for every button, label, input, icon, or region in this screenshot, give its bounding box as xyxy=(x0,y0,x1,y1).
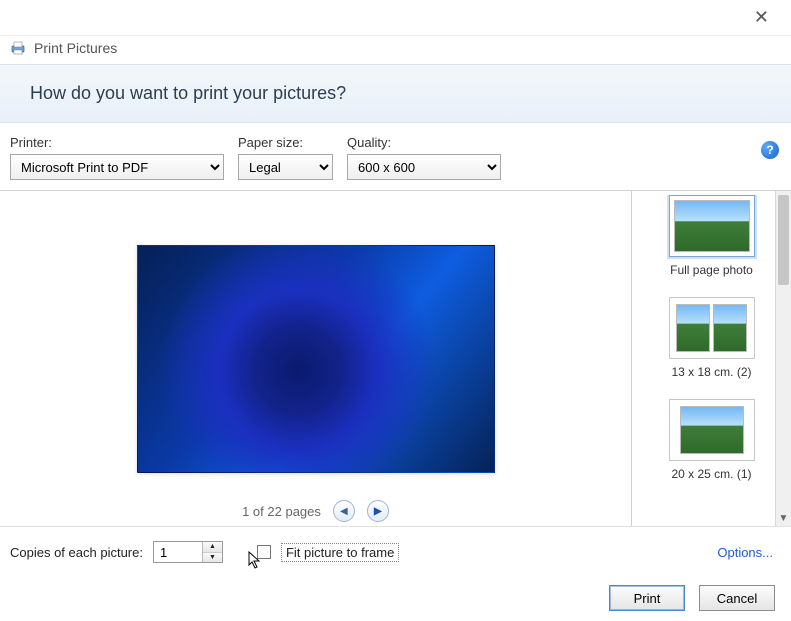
options-link[interactable]: Options... xyxy=(717,545,773,560)
fit-picture-label: Fit picture to frame xyxy=(281,543,399,562)
layout-label: Full page photo xyxy=(652,263,772,277)
quality-select[interactable]: 600 x 600 xyxy=(347,154,501,180)
prev-page-button[interactable]: ◀ xyxy=(333,500,355,522)
layout-option-20x25[interactable]: 20 x 25 cm. (1) xyxy=(652,399,772,481)
controls-row: Printer: Microsoft Print to PDF Paper si… xyxy=(0,123,791,190)
cancel-button[interactable]: Cancel xyxy=(699,585,775,611)
help-icon[interactable]: ? xyxy=(761,141,779,159)
layout-scrollbar[interactable]: ▲ ▼ xyxy=(775,191,791,526)
pager: 1 of 22 pages ◀ ▶ xyxy=(242,500,389,522)
layout-label: 20 x 25 cm. (1) xyxy=(652,467,772,481)
scroll-thumb[interactable] xyxy=(778,195,789,285)
layout-label: 13 x 18 cm. (2) xyxy=(652,365,772,379)
preview-pane: 1 of 22 pages ◀ ▶ xyxy=(0,191,631,526)
copies-row: Copies of each picture: ▲ ▼ Fit picture … xyxy=(0,526,791,569)
titlebar: ✕ xyxy=(0,0,791,36)
layout-pane: Full page photo 13 x 18 cm. (2) 20 x 25 … xyxy=(631,191,791,526)
print-button[interactable]: Print xyxy=(609,585,685,611)
paper-size-select[interactable]: Legal xyxy=(238,154,333,180)
fit-picture-checkbox[interactable] xyxy=(257,545,271,559)
next-page-button[interactable]: ▶ xyxy=(367,500,389,522)
copies-input[interactable] xyxy=(154,542,202,562)
printer-select[interactable]: Microsoft Print to PDF xyxy=(10,154,224,180)
copies-spinner[interactable]: ▲ ▼ xyxy=(153,541,223,563)
close-button[interactable]: ✕ xyxy=(746,3,777,32)
pager-text: 1 of 22 pages xyxy=(242,504,321,519)
preview-image xyxy=(137,245,495,473)
printer-label: Printer: xyxy=(10,135,224,150)
paper-size-label: Paper size: xyxy=(238,135,333,150)
printer-icon xyxy=(10,40,26,56)
quality-label: Quality: xyxy=(347,135,501,150)
question-text: How do you want to print your pictures? xyxy=(30,83,346,103)
window-title: Print Pictures xyxy=(34,40,117,56)
question-bar: How do you want to print your pictures? xyxy=(0,64,791,123)
copies-up-button[interactable]: ▲ xyxy=(203,542,222,553)
layout-option-13x18[interactable]: 13 x 18 cm. (2) xyxy=(652,297,772,379)
scroll-down-icon[interactable]: ▼ xyxy=(776,510,791,526)
layout-option-full-page[interactable]: Full page photo xyxy=(652,195,772,277)
main-area: 1 of 22 pages ◀ ▶ Full page photo 13 x 1… xyxy=(0,190,791,526)
button-row: Print Cancel xyxy=(0,569,791,611)
copies-label: Copies of each picture: xyxy=(10,545,143,560)
window-title-row: Print Pictures xyxy=(0,36,791,64)
copies-down-button[interactable]: ▼ xyxy=(203,553,222,563)
